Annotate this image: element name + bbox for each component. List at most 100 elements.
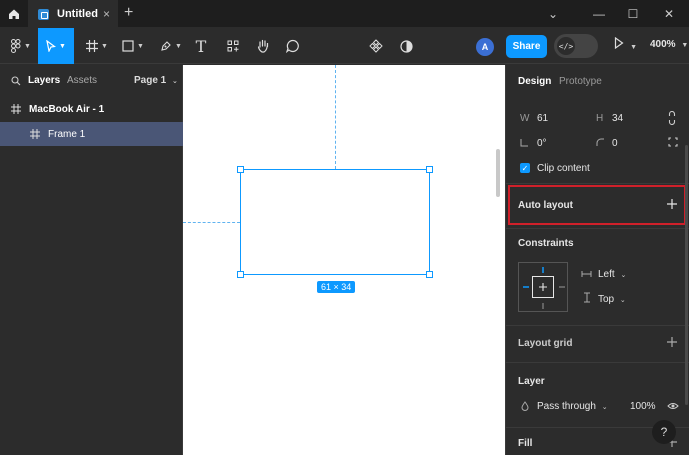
page-selector-label: Page 1 (134, 75, 167, 86)
height-input[interactable]: 34 (612, 113, 623, 124)
figma-file-icon (38, 8, 49, 20)
present-button[interactable]: ▼ (614, 36, 637, 52)
constrain-proportions-icon[interactable] (668, 111, 676, 125)
text-tool[interactable]: T (192, 28, 210, 64)
blend-mode-drop-icon (521, 401, 529, 411)
file-tab[interactable]: Untitled × (28, 0, 118, 28)
move-tool[interactable]: ▼ (38, 28, 74, 64)
toolbar: ▼ ▼ ▼ ▼ ▼ T A Share </> ▼ 400% ▼ (0, 28, 689, 64)
shape-tool[interactable]: ▼ (118, 28, 148, 64)
constraints-widget[interactable] (518, 262, 568, 312)
home-button[interactable] (0, 0, 28, 28)
layer-name: Frame 1 (48, 128, 86, 140)
frame-hash-icon (86, 40, 99, 52)
constraint-lines-icon (523, 267, 565, 309)
properties-panel: Design Prototype W 61 H 34 0° 0 ✓ Clip c… (505, 65, 689, 455)
tabs-dropdown-icon[interactable]: ⌄ (536, 0, 570, 28)
section-divider (506, 228, 689, 229)
clip-content-label: Clip content (537, 163, 590, 174)
rotation-icon (520, 139, 528, 147)
contrast-icon (399, 39, 413, 53)
layer-title: Layer (518, 376, 545, 387)
zoom-level[interactable]: 400% ▼ (650, 39, 688, 50)
spacing-guide-vertical (335, 65, 336, 169)
resize-handle-top-right[interactable] (426, 166, 433, 173)
resize-handle-bottom-right[interactable] (426, 271, 433, 278)
chevron-down-icon: ▼ (681, 42, 689, 49)
pen-tool[interactable]: ▼ (156, 28, 186, 64)
frame-dimension-badge: 61 × 34 (317, 281, 356, 293)
horizontal-constraint-value: Left (598, 269, 615, 280)
clip-content-checkbox[interactable]: ✓ (520, 163, 530, 173)
appearance-button[interactable] (397, 28, 415, 64)
selected-frame[interactable] (240, 169, 430, 275)
corner-radius-input[interactable]: 0 (612, 138, 618, 149)
page-selector[interactable]: Page 1 ⌄ (134, 75, 178, 86)
layer-row-macbook-air[interactable]: MacBook Air - 1 (0, 97, 183, 121)
hand-tool[interactable] (254, 28, 272, 64)
opacity-input[interactable]: 100% (630, 401, 656, 412)
properties-scrollbar[interactable] (685, 145, 688, 405)
chevron-down-icon: ▼ (630, 44, 637, 51)
section-divider (506, 362, 689, 363)
tab-layers[interactable]: Layers (28, 75, 60, 86)
user-avatar[interactable]: A (476, 38, 494, 56)
add-layout-grid-icon[interactable] (667, 337, 677, 347)
independent-corners-icon[interactable] (668, 137, 678, 147)
spacing-guide-horizontal (183, 222, 240, 223)
height-label: H (596, 113, 604, 124)
vertical-constraint-icon (584, 292, 590, 303)
width-label: W (520, 113, 530, 124)
hand-icon (257, 39, 268, 53)
main-menu-button[interactable]: ▼ (4, 28, 38, 64)
component-diamond-icon (369, 39, 383, 53)
close-tab-icon[interactable]: × (103, 7, 110, 21)
vertical-constraint-value: Top (598, 294, 615, 305)
width-input[interactable]: 61 (537, 113, 548, 124)
play-icon (614, 36, 624, 50)
dev-mode-toggle[interactable]: </> (554, 34, 598, 58)
tab-design[interactable]: Design (518, 76, 551, 87)
cursor-arrow-icon (46, 40, 57, 52)
resources-tool[interactable] (224, 28, 242, 64)
chevron-down-icon: ⌄ (601, 404, 608, 411)
resize-handle-top-left[interactable] (237, 166, 244, 173)
rotation-input[interactable]: 0° (537, 138, 547, 149)
blend-mode-value: Pass through (537, 401, 596, 412)
constraints-title: Constraints (518, 238, 574, 249)
layer-row-frame-1[interactable]: Frame 1 (0, 122, 183, 146)
tab-prototype[interactable]: Prototype (559, 76, 602, 87)
components-grid-icon (227, 40, 239, 52)
search-icon[interactable] (11, 76, 21, 86)
resize-handle-bottom-left[interactable] (237, 271, 244, 278)
close-window-button[interactable]: ✕ (652, 0, 686, 28)
minimize-button[interactable]: — (582, 0, 616, 28)
title-bar: Untitled × + ⌄ — ☐ ✕ (0, 0, 689, 28)
new-tab-button[interactable]: + (124, 4, 133, 22)
vertical-constraint-select[interactable]: Top ⌄ (598, 294, 626, 305)
blend-mode-select[interactable]: Pass through ⌄ (537, 401, 608, 412)
frame-hash-icon (11, 104, 21, 114)
code-icon: </> (557, 37, 575, 55)
fill-title: Fill (518, 438, 533, 449)
eye-icon[interactable] (667, 402, 679, 410)
auto-layout-title: Auto layout (518, 200, 573, 211)
chevron-down-icon: ⌄ (619, 297, 626, 304)
comment-tool[interactable] (284, 28, 302, 64)
layout-grid-title: Layout grid (518, 338, 573, 349)
horizontal-constraint-select[interactable]: Left ⌄ (598, 269, 626, 280)
component-button[interactable] (367, 28, 385, 64)
maximize-button[interactable]: ☐ (616, 0, 650, 28)
canvas[interactable]: 61 × 34 (183, 65, 505, 455)
chevron-down-icon: ▼ (101, 42, 108, 50)
tab-assets[interactable]: Assets (67, 75, 97, 86)
frame-tool[interactable]: ▼ (82, 28, 112, 64)
add-auto-layout-icon[interactable] (667, 199, 677, 209)
zoom-level-label: 400% (650, 39, 676, 50)
help-button[interactable]: ? (652, 420, 676, 444)
share-button[interactable]: Share (506, 35, 547, 58)
chevron-down-icon: ⌄ (620, 272, 627, 279)
chevron-down-icon: ▼ (24, 42, 31, 50)
canvas-scrollbar[interactable] (496, 149, 500, 197)
chevron-down-icon: ▼ (137, 42, 144, 50)
